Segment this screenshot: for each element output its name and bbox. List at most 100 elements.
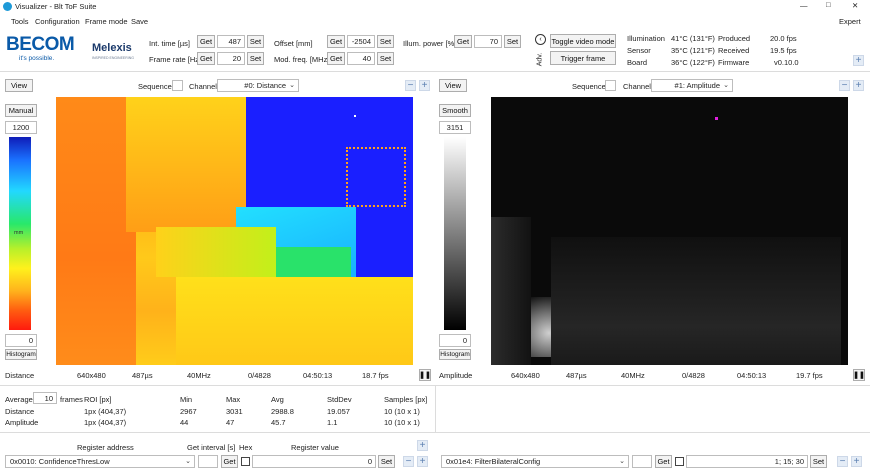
illumination-temp-value: 41°C (131°F) [671,34,715,43]
left-channel-label: Channel [189,82,217,91]
right-register-get-button[interactable]: Get [655,455,672,468]
offset-set-button[interactable]: Set [377,35,394,48]
stats-header-stddev: StdDev [327,395,352,404]
left-register-value-input[interactable]: 0 [252,455,376,468]
chevron-down-icon: ⌄ [185,458,191,465]
frame-rate-set-button[interactable]: Set [247,52,264,65]
right-mode-button[interactable]: Smooth [439,104,471,117]
stats-row-roi: 1px (404,37) [84,407,127,416]
right-zoom-out-icon[interactable]: − [839,80,850,91]
stats-row-min: 44 [180,418,189,427]
left-register-set-button[interactable]: Set [378,455,395,468]
offset-get-button[interactable]: Get [327,35,345,48]
right-sequence-checkbox[interactable] [605,80,616,91]
left-footer-resolution: 640x480 [77,371,106,380]
trigger-frame-button[interactable]: Trigger frame [550,51,616,65]
right-view-button[interactable]: View [439,79,467,92]
right-zoom-in-icon[interactable]: + [853,80,864,91]
menu-configuration[interactable]: Configuration [35,17,80,26]
toggle-video-mode-button[interactable]: Toggle video mode [550,34,616,48]
get-interval-label: Get interval [s] [187,443,236,452]
right-register-address-select[interactable]: 0x01e4: FilterBilateralConfig ⌄ [441,455,629,468]
int-time-get-button[interactable]: Get [197,35,215,48]
left-register-get-button[interactable]: Get [221,455,238,468]
maximize-button[interactable]: □ [826,0,831,9]
stats-header-roi: ROI [px] [84,395,112,404]
adv-toggle-icon[interactable]: ‹ [535,34,546,45]
left-register-add-icon[interactable]: + [417,456,428,467]
distance-image[interactable] [56,97,413,365]
stats-row-roi: 1px (404,37) [84,418,127,427]
right-channel-select[interactable]: #1: Amplitude ⌄ [651,79,733,92]
app-icon [3,2,12,11]
menu-tools[interactable]: Tools [11,17,29,26]
average-input[interactable]: 10 [33,392,57,404]
right-pause-button[interactable]: ❚❚ [853,369,865,381]
left-get-interval-input[interactable] [198,455,218,468]
stats-row-samples: 10 (10 x 1) [384,407,420,416]
header-add-icon[interactable]: + [853,55,864,66]
int-time-set-button[interactable]: Set [247,35,264,48]
melexis-tagline: INSPIRED ENGINEERING [92,56,135,60]
melexis-logo: Melexis [92,42,132,54]
right-register-value-input[interactable]: 1; 15; 30 [686,455,808,468]
left-histogram-button[interactable]: Histogram [5,349,37,360]
left-view-button[interactable]: View [5,79,33,92]
mod-freq-input[interactable]: 40 [347,52,375,65]
right-scale-min-input[interactable]: 0 [439,334,471,347]
right-hex-checkbox[interactable] [675,457,684,466]
int-time-input[interactable]: 487 [217,35,245,48]
register-add-icon[interactable]: + [417,440,428,451]
board-temp-label: Board [627,58,648,67]
right-footer-fps: 19.7 fps [796,371,823,380]
right-register-add-icon[interactable]: + [851,456,862,467]
illumination-temp-label: Illumination [627,34,665,43]
left-register-remove-icon[interactable]: − [403,456,414,467]
mod-freq-get-button[interactable]: Get [327,52,345,65]
illum-input[interactable]: 70 [474,35,502,48]
right-footer-freq: 40MHz [621,371,645,380]
right-get-interval-input[interactable] [632,455,652,468]
left-sequence-checkbox[interactable] [172,80,183,91]
left-sequence-label: Sequence [138,82,172,91]
title-bar: Visualizer - Blt ToF Suite — □ ✕ [0,0,870,14]
mod-freq-set-button[interactable]: Set [377,52,394,65]
left-hex-checkbox[interactable] [241,457,250,466]
header-divider [0,71,870,72]
left-footer-frames: 0/4828 [248,371,271,380]
left-channel-select[interactable]: #0: Distance ⌄ [217,79,299,92]
mod-freq-label: Mod. freq. [MHz] [274,55,330,64]
left-pause-button[interactable]: ❚❚ [419,369,431,381]
close-button[interactable]: ✕ [852,1,858,10]
board-temp-value: 36°C (122°F) [671,58,715,67]
menu-expert[interactable]: Expert [839,17,861,26]
becom-logo: BECOM [6,34,75,55]
illum-get-button[interactable]: Get [454,35,472,48]
left-mode-button[interactable]: Manual [5,104,37,117]
amplitude-image[interactable] [491,97,848,365]
illum-set-button[interactable]: Set [504,35,521,48]
right-histogram-button[interactable]: Histogram [439,349,471,360]
left-zoom-out-icon[interactable]: − [405,80,416,91]
stats-row-std: 19.057 [327,407,350,416]
menu-frame-mode[interactable]: Frame mode [85,17,128,26]
right-scale-max-input[interactable]: 3151 [439,121,471,134]
minimize-button[interactable]: — [800,1,808,10]
stats-header-avg: Avg [271,395,284,404]
frame-rate-get-button[interactable]: Get [197,52,215,65]
window-title: Visualizer - Blt ToF Suite [15,2,97,11]
stats-row-name: Distance [5,407,35,416]
right-register-set-button[interactable]: Set [810,455,827,468]
left-scale-max-input[interactable]: 1200 [5,121,37,134]
offset-input[interactable]: -2504 [347,35,375,48]
left-footer-name: Distance [5,371,35,380]
right-register-remove-icon[interactable]: − [837,456,848,467]
left-register-address-select[interactable]: 0x0010: ConfidenceThresLow ⌄ [5,455,195,468]
menu-save[interactable]: Save [131,17,148,26]
frame-rate-input[interactable]: 20 [217,52,245,65]
right-channel-label: Channel [623,82,651,91]
distance-image-foreground [176,277,413,365]
left-zoom-in-icon[interactable]: + [419,80,430,91]
illum-power-label: Illum. power [%] [403,39,457,48]
left-scale-min-input[interactable]: 0 [5,334,37,347]
